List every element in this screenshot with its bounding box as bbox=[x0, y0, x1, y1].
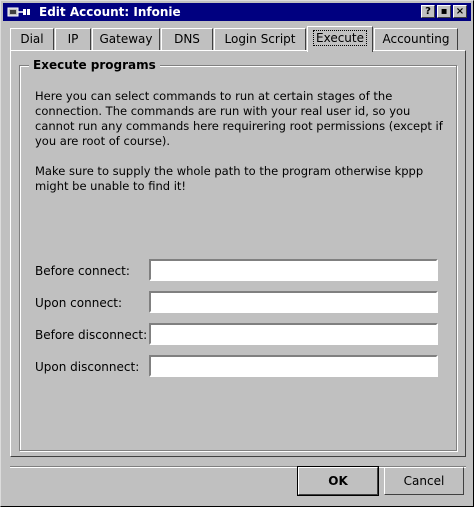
title-bar[interactable]: Edit Account: Infonie ? ▪ × bbox=[3, 3, 471, 21]
tab-label: Accounting bbox=[382, 32, 450, 46]
before-connect-input[interactable] bbox=[149, 259, 438, 281]
tab-label: DNS bbox=[174, 32, 200, 46]
tab-accounting[interactable]: Accounting bbox=[374, 28, 458, 50]
upon-connect-label: Upon connect: bbox=[35, 296, 123, 310]
maximize-button[interactable]: ▪ bbox=[437, 5, 451, 18]
tab-label: Login Script bbox=[224, 32, 296, 46]
tab-dns[interactable]: DNS bbox=[161, 28, 213, 50]
upon-disconnect-input[interactable] bbox=[149, 355, 438, 377]
edit-account-dialog: Edit Account: Infonie ? ▪ × Dial IP Gate… bbox=[0, 0, 474, 507]
before-connect-label: Before connect: bbox=[35, 264, 130, 278]
close-button[interactable]: × bbox=[453, 5, 467, 18]
help-button[interactable]: ? bbox=[421, 5, 435, 18]
tab-label: Gateway bbox=[99, 32, 153, 46]
tab-label: Dial bbox=[20, 32, 44, 46]
before-disconnect-label: Before disconnect: bbox=[35, 328, 148, 342]
tab-gateway[interactable]: Gateway bbox=[92, 28, 160, 50]
group-title: Execute programs bbox=[29, 58, 160, 72]
path-note-text: Make sure to supply the whole path to th… bbox=[35, 164, 424, 193]
tab-dial[interactable]: Dial bbox=[10, 28, 54, 50]
tab-label: IP bbox=[67, 32, 79, 46]
before-disconnect-input[interactable] bbox=[149, 323, 438, 345]
upon-disconnect-label: Upon disconnect: bbox=[35, 360, 140, 374]
ok-button[interactable]: OK bbox=[297, 466, 379, 496]
tab-ip[interactable]: IP bbox=[55, 28, 91, 50]
description: Here you can select commands to run at c… bbox=[35, 89, 445, 209]
tab-label: Execute bbox=[313, 30, 367, 46]
tab-execute[interactable]: Execute bbox=[307, 26, 373, 52]
window-title: Edit Account: Infonie bbox=[39, 5, 181, 19]
description-text: Here you can select commands to run at c… bbox=[35, 89, 443, 148]
cancel-button[interactable]: Cancel bbox=[384, 467, 464, 495]
tab-login-script[interactable]: Login Script bbox=[214, 28, 306, 50]
upon-connect-input[interactable] bbox=[149, 291, 438, 313]
kppp-app-icon bbox=[7, 7, 30, 17]
